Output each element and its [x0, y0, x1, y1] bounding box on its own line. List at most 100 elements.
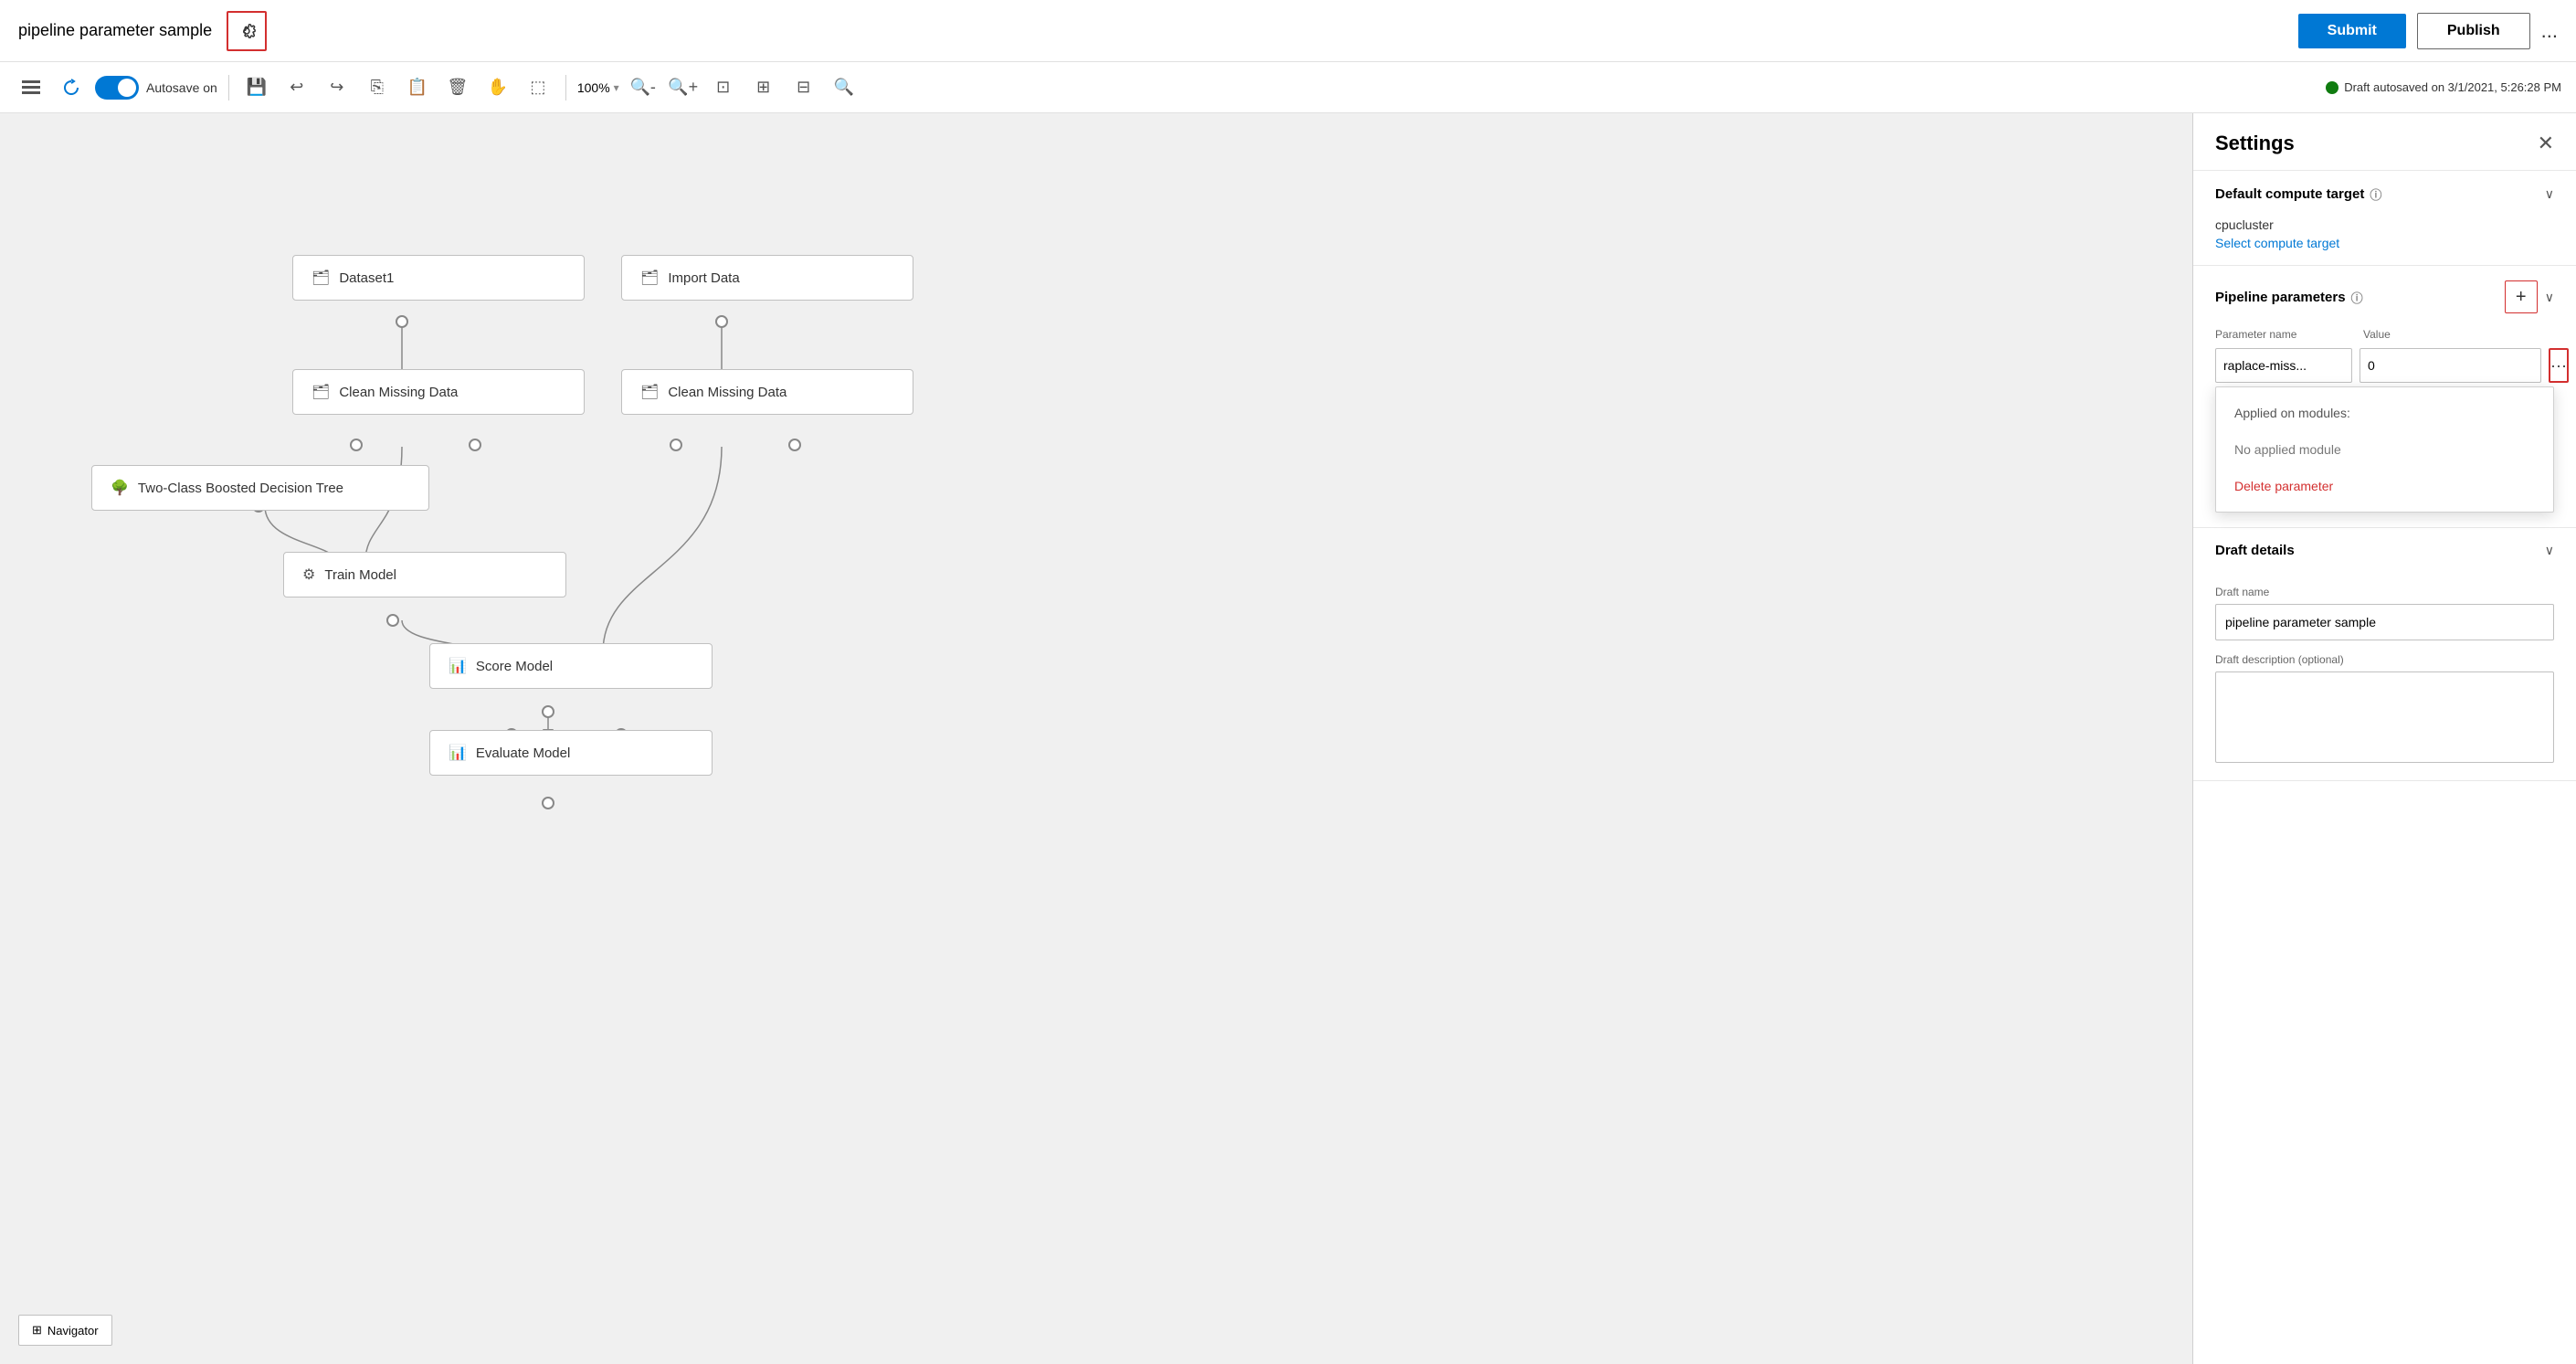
score-icon: 📊	[449, 657, 467, 675]
import-icon: 🗂	[640, 269, 659, 287]
draft-status-text: Draft autosaved on 3/1/2021, 5:26:28 PM	[2344, 80, 2561, 94]
publish-button[interactable]: Publish	[2417, 13, 2530, 49]
param-name-input[interactable]	[2215, 348, 2352, 383]
draft-details-section: Draft details ∨ Draft name Draft descrip…	[2193, 528, 2576, 781]
pipeline-params-section: Pipeline parameters ⓘ + ∨ Parameter name…	[2193, 266, 2576, 528]
draft-name-input[interactable]	[2215, 604, 2554, 640]
node-train-model[interactable]: ⚙ Train Model	[283, 552, 566, 597]
title-bar-actions: Submit Publish ...	[2298, 13, 2558, 49]
compute-info-icon: ⓘ	[2370, 185, 2381, 203]
undo-icon[interactable]: ↩	[280, 71, 313, 104]
navigator-label: Navigator	[48, 1324, 99, 1338]
connections-svg	[0, 113, 2192, 1364]
autosave-toggle[interactable]: Autosave on	[95, 76, 217, 100]
applied-header: Applied on modules:	[2216, 395, 2553, 431]
panel-toggle-icon[interactable]	[15, 71, 48, 104]
node-clean-missing-2[interactable]: 🗂 Clean Missing Data	[621, 369, 913, 415]
navigator-icon: ⊞	[32, 1323, 42, 1338]
paste-icon[interactable]: 📋	[401, 71, 434, 104]
pan-icon[interactable]: ✋	[481, 71, 514, 104]
pipeline-params-header: Pipeline parameters ⓘ + ∨	[2193, 266, 2576, 328]
node-dataset1-label: Dataset1	[339, 270, 394, 286]
node-score-model[interactable]: 📊 Score Model	[429, 643, 713, 689]
autosave-label: Autosave on	[146, 80, 217, 95]
param-more-button[interactable]: ···	[2549, 348, 2569, 383]
draft-details-content: Draft name Draft description (optional)	[2193, 586, 2576, 780]
compute-chevron: ∨	[2545, 186, 2554, 202]
separator-2	[565, 75, 566, 100]
dataset-icon: 🗂	[311, 269, 330, 287]
layout-icon[interactable]: ⊟	[787, 71, 820, 104]
title-bar: pipeline parameter sample Submit Publish…	[0, 0, 2576, 62]
copy-icon[interactable]: ⎘	[361, 71, 394, 104]
compute-target-section: Default compute target ⓘ ∨ cpucluster Se…	[2193, 171, 2576, 266]
toggle-switch[interactable]	[95, 76, 139, 100]
node-import-label: Import Data	[668, 270, 739, 286]
draft-status-dot	[2326, 81, 2338, 94]
draft-name-label: Draft name	[2215, 586, 2554, 598]
draft-desc-label: Draft description (optional)	[2215, 653, 2554, 666]
compute-name: cpucluster	[2215, 217, 2554, 232]
param-value-input[interactable]	[2360, 348, 2541, 383]
node-tree-label: Two-Class Boosted Decision Tree	[138, 481, 343, 496]
main-area: 🗂 Dataset1 🗂 Import Data 🗂 Clean Missing…	[0, 113, 2576, 1364]
node-clean2-label: Clean Missing Data	[668, 385, 787, 400]
pipeline-params-left: Pipeline parameters ⓘ	[2215, 289, 2363, 306]
tree-icon: 🌳	[111, 479, 129, 497]
node-train-label: Train Model	[324, 567, 396, 583]
compute-target-header[interactable]: Default compute target ⓘ ∨	[2193, 171, 2576, 217]
refresh-icon[interactable]	[55, 71, 88, 104]
delete-icon[interactable]: 🗑	[441, 71, 474, 104]
add-param-button[interactable]: +	[2505, 280, 2538, 313]
close-button[interactable]: ✕	[2538, 132, 2554, 155]
draft-details-header[interactable]: Draft details ∨	[2193, 528, 2576, 573]
param-row: ···	[2215, 348, 2554, 383]
param-dropdown-menu: Applied on modules: No applied module De…	[2215, 386, 2554, 513]
navigator-button[interactable]: ⊞ Navigator	[18, 1315, 112, 1346]
fit-icon[interactable]: ⊡	[707, 71, 740, 104]
clean2-icon: 🗂	[640, 383, 659, 401]
zoom-control[interactable]: 100% ▾	[577, 80, 619, 95]
clean1-icon: 🗂	[311, 383, 330, 401]
node-evaluate-model[interactable]: 📊 Evaluate Model	[429, 730, 713, 776]
pipeline-canvas[interactable]: 🗂 Dataset1 🗂 Import Data 🗂 Clean Missing…	[0, 113, 2192, 1364]
panel-title: Settings	[2215, 132, 2295, 155]
node-import-data[interactable]: 🗂 Import Data	[621, 255, 913, 301]
search-icon[interactable]: 🔍	[828, 71, 860, 104]
delete-param-item[interactable]: Delete parameter	[2216, 468, 2553, 504]
node-clean-missing-1[interactable]: 🗂 Clean Missing Data	[292, 369, 585, 415]
compute-target-title: Default compute target ⓘ	[2215, 185, 2381, 203]
params-info-icon: ⓘ	[2351, 289, 2363, 306]
train-icon: ⚙	[302, 566, 315, 584]
param-value-label: Value	[2363, 328, 2554, 341]
evaluate-icon: 📊	[449, 744, 467, 762]
draft-desc-textarea[interactable]	[2215, 671, 2554, 763]
fit-width-icon[interactable]: ⊞	[747, 71, 780, 104]
settings-icon-button[interactable]	[227, 11, 267, 51]
param-name-label: Parameter name	[2215, 328, 2352, 341]
select-compute-link[interactable]: Select compute target	[2215, 236, 2339, 250]
settings-panel: Settings ✕ Default compute target ⓘ ∨ cp…	[2192, 113, 2576, 1364]
draft-status: Draft autosaved on 3/1/2021, 5:26:28 PM	[2326, 80, 2561, 94]
node-decision-tree[interactable]: 🌳 Two-Class Boosted Decision Tree	[91, 465, 429, 511]
zoom-out-icon[interactable]: 🔍-	[627, 71, 660, 104]
params-chevron: ∨	[2545, 290, 2554, 305]
submit-button[interactable]: Submit	[2298, 14, 2406, 48]
zoom-level: 100%	[577, 80, 610, 95]
more-button[interactable]: ...	[2541, 19, 2558, 43]
no-module-item: No applied module	[2216, 431, 2553, 468]
node-clean1-label: Clean Missing Data	[339, 385, 458, 400]
pipeline-params-title: Pipeline parameters ⓘ	[2215, 289, 2363, 306]
draft-details-title: Draft details	[2215, 543, 2295, 558]
redo-icon[interactable]: ↪	[321, 71, 354, 104]
zoom-in-icon[interactable]: 🔍+	[667, 71, 700, 104]
params-controls: + ∨	[2505, 280, 2554, 313]
select-icon[interactable]: ⬚	[522, 71, 554, 104]
node-score-label: Score Model	[476, 659, 553, 674]
node-evaluate-label: Evaluate Model	[476, 745, 570, 761]
param-labels: Parameter name Value	[2215, 328, 2554, 341]
save-icon[interactable]: 💾	[240, 71, 273, 104]
params-content: Parameter name Value ··· Applied on modu…	[2193, 328, 2576, 527]
panel-header: Settings ✕	[2193, 113, 2576, 171]
node-dataset1[interactable]: 🗂 Dataset1	[292, 255, 585, 301]
